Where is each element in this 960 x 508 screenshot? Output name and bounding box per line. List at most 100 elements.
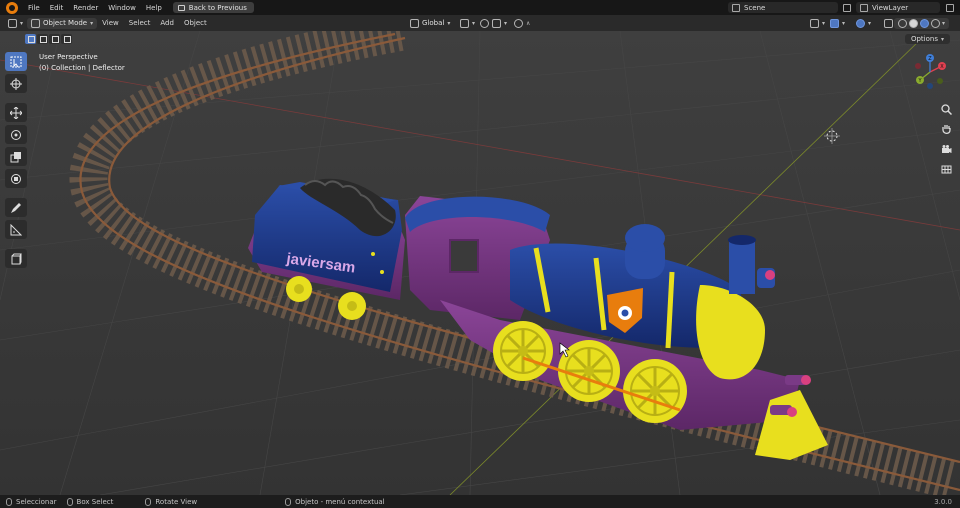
status-context-menu-label: Objeto - menú contextual [295, 497, 385, 506]
chevron-down-icon: ▾ [472, 19, 476, 27]
menu-render[interactable]: Render [68, 4, 103, 12]
tool-measure[interactable] [5, 220, 27, 239]
select-subtract-icon[interactable] [49, 34, 60, 44]
mode-label: Object Mode [43, 19, 88, 27]
mouse-drag-icon [66, 497, 73, 506]
xray-icon [884, 18, 893, 28]
mouse-left-icon [6, 497, 12, 506]
status-select-label: Seleccionar [16, 497, 57, 506]
gizmo-z-label: Z [928, 56, 932, 62]
mouse-middle-icon [145, 497, 152, 506]
select-invert-icon[interactable] [61, 34, 72, 44]
collection-label: (0) Collection | Deflector [39, 64, 125, 72]
menu-add[interactable]: Add [155, 19, 179, 27]
move-icon [10, 106, 22, 119]
select-new-icon[interactable] [25, 34, 36, 44]
chevron-down-icon: ▾ [868, 19, 872, 27]
gizmo-icon [830, 18, 839, 28]
transform-orientation-selector[interactable]: Global ▾ [406, 18, 454, 29]
menu-help[interactable]: Help [141, 4, 167, 12]
pan-button[interactable] [938, 121, 954, 137]
tool-cursor[interactable] [5, 74, 27, 93]
menu-select[interactable]: Select [124, 19, 156, 27]
3d-viewport[interactable]: javiersam Options ▾ User Perspective (0)… [0, 31, 960, 495]
rendered-shading-icon[interactable] [931, 18, 940, 28]
shading-modes[interactable]: ▾ [894, 17, 950, 29]
transform-icon [11, 173, 21, 184]
tool-select-box[interactable] [5, 52, 27, 71]
viewport-header: ▾ Object Mode ▾ View Select Add Object G… [0, 15, 960, 31]
zoom-button[interactable] [938, 101, 954, 117]
material-shading-icon[interactable] [920, 18, 929, 28]
select-box-icon [10, 56, 22, 67]
menu-file[interactable]: File [23, 4, 45, 12]
tool-rotate[interactable] [5, 125, 27, 144]
blender-logo-icon[interactable] [6, 1, 18, 14]
select-extend-icon[interactable] [37, 34, 48, 44]
chevron-down-icon: ▾ [842, 19, 846, 27]
tool-add-cube[interactable] [5, 249, 27, 268]
annotate-pencil-icon [11, 202, 21, 213]
status-box-select-label: Box Select [76, 497, 114, 506]
view-layer-name: ViewLayer [872, 3, 909, 12]
falloff-icon: ∧ [526, 19, 531, 27]
new-scene-icon[interactable] [843, 4, 851, 12]
status-box-select: Box Select [66, 497, 114, 506]
menu-window[interactable]: Window [103, 4, 141, 12]
gizmo-x-label: X [940, 64, 944, 70]
scene-name: Scene [744, 3, 766, 12]
mode-selector[interactable]: Object Mode ▾ [27, 17, 98, 29]
scene-icon [732, 3, 740, 12]
rotate-icon [11, 129, 21, 140]
tool-annotate[interactable] [5, 198, 27, 217]
gizmo-toggle-button[interactable]: ▾ [826, 18, 849, 29]
object-mode-icon [31, 18, 41, 28]
mouse-right-icon [285, 497, 292, 506]
view-layer-icon [860, 3, 868, 12]
tool-transform[interactable] [5, 169, 27, 188]
proportional-edit-button[interactable]: ∧ [510, 18, 534, 29]
pan-hand-icon [941, 124, 951, 134]
orientation-icon [410, 18, 419, 28]
editor-type-button[interactable]: ▾ [4, 18, 27, 29]
selection-mode-buttons [25, 34, 72, 44]
top-menubar: File Edit Render Window Help Back to Pre… [0, 0, 960, 15]
options-button[interactable]: Options ▾ [904, 34, 950, 44]
scale-icon [10, 151, 21, 162]
back-to-previous-button[interactable]: Back to Previous [172, 2, 254, 13]
tool-scale[interactable] [5, 147, 27, 166]
menu-view[interactable]: View [97, 19, 124, 27]
view-layer-selector[interactable]: ViewLayer [856, 2, 940, 13]
viewport-scene[interactable]: javiersam [0, 31, 960, 495]
menu-object[interactable]: Object [179, 19, 212, 27]
overlays-button[interactable]: ▾ [852, 18, 875, 29]
pivot-icon [460, 18, 469, 28]
snap-button[interactable]: ▾ [476, 18, 511, 29]
new-view-layer-icon[interactable] [946, 4, 954, 12]
cursor-icon [10, 77, 22, 90]
viewport-info: User Perspective (0) Collection | Deflec… [39, 52, 125, 74]
chevron-down-icon[interactable]: ▾ [942, 20, 945, 27]
ortho-toggle-button[interactable] [938, 161, 954, 177]
wireframe-shading-icon[interactable] [898, 18, 907, 28]
chevron-down-icon: ▾ [90, 19, 94, 27]
chevron-down-icon: ▾ [822, 19, 826, 27]
screen-icon [177, 4, 185, 11]
scene-selector[interactable]: Scene [728, 2, 838, 13]
add-cube-icon [11, 253, 22, 264]
status-rotate-view-label: Rotate View [155, 497, 198, 506]
status-context-menu: Objeto - menú contextual [285, 497, 385, 506]
chevron-down-icon: ▾ [940, 35, 944, 43]
status-bar: Seleccionar Box Select Rotate View Objet… [0, 495, 960, 508]
camera-view-button[interactable] [938, 141, 954, 157]
tool-move[interactable] [5, 103, 27, 122]
overlays-icon [856, 18, 865, 28]
chevron-down-icon: ▾ [447, 19, 451, 27]
back-to-previous-label: Back to Previous [188, 3, 247, 12]
navigation-gizmo[interactable]: X Y Z [912, 54, 948, 90]
measure-ruler-icon [10, 223, 22, 235]
menu-edit[interactable]: Edit [45, 4, 69, 12]
solid-shading-icon[interactable] [909, 18, 918, 28]
chevron-down-icon: ▾ [20, 19, 24, 27]
editor-type-icon [8, 18, 17, 28]
